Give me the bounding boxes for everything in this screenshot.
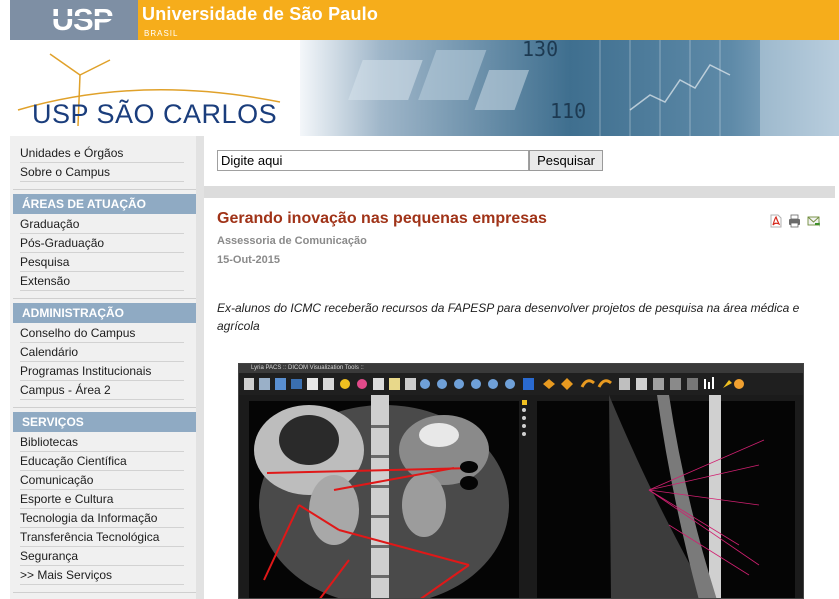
- sidebar-item-bibliotecas[interactable]: Bibliotecas: [20, 433, 184, 452]
- sidebar-item-transferencia-tecnologica[interactable]: Transferência Tecnológica: [20, 528, 184, 547]
- dicom-viewer-panels: [239, 395, 803, 598]
- sidebar-item-calendario[interactable]: Calendário: [20, 343, 184, 362]
- sidebar-item-unidades[interactable]: Unidades e Órgãos: [20, 144, 184, 163]
- section-servicos: SERVIÇOS: [13, 412, 197, 432]
- sidebar-item-pos-graduacao[interactable]: Pós-Graduação: [20, 234, 184, 253]
- usp-logo: USP: [32, 2, 132, 36]
- sidebar-item-mais-servicos[interactable]: >> Mais Serviços: [20, 566, 184, 585]
- sidebar-item-tecnologia-informacao[interactable]: Tecnologia da Informação: [20, 509, 184, 528]
- university-bar: Universidade de São Paulo BRASIL: [138, 0, 839, 40]
- divider: [13, 592, 197, 593]
- section-areas-de-atuacao: ÁREAS DE ATUAÇÃO: [13, 194, 197, 214]
- campus-banner: USP SÃO CARLOS 130 110: [10, 40, 839, 136]
- sidebar-item-seguranca[interactable]: Segurança: [20, 547, 184, 566]
- print-icon[interactable]: [788, 214, 801, 228]
- sidebar-item-conselho[interactable]: Conselho do Campus: [20, 324, 184, 343]
- university-name: Universidade de São Paulo: [142, 4, 379, 24]
- divider: [13, 407, 197, 408]
- svg-text:130: 130: [522, 40, 558, 61]
- article-date: 15-Out-2015: [217, 254, 280, 266]
- sidebar-item-pesquisa[interactable]: Pesquisa: [20, 253, 184, 272]
- usp-logo-area[interactable]: USP: [10, 0, 138, 40]
- svg-text:110: 110: [550, 99, 586, 123]
- content-divider: [204, 186, 835, 198]
- sidebar-item-campus-area-2[interactable]: Campus - Área 2: [20, 381, 184, 400]
- sidebar-item-programas[interactable]: Programas Institucionais: [20, 362, 184, 381]
- sidebar-item-esporte-cultura[interactable]: Esporte e Cultura: [20, 490, 184, 509]
- page: USP Universidade de São Paulo BRASIL USP…: [0, 0, 839, 599]
- sidebar-item-comunicacao[interactable]: Comunicação: [20, 471, 184, 490]
- country-label: BRASIL: [144, 29, 179, 38]
- image-toolbar: [239, 373, 803, 395]
- search-button[interactable]: Pesquisar: [529, 150, 603, 171]
- divider: [13, 298, 197, 299]
- article-tools: [767, 214, 820, 228]
- sidebar-item-graduacao[interactable]: Graduação: [20, 215, 184, 234]
- pdf-icon[interactable]: [769, 214, 782, 228]
- image-window-titlebar: Lyria PACS :: DICOM Visualization Tools …: [239, 364, 803, 373]
- image-window-title: Lyria PACS :: DICOM Visualization Tools …: [251, 365, 364, 371]
- article-author: Assessoria de Comunicação: [217, 235, 367, 247]
- divider: [13, 189, 197, 190]
- article-lead: Ex-alunos do ICMC receberão recursos da …: [217, 301, 800, 333]
- sidebar-item-educacao-cientifica[interactable]: Educação Científica: [20, 452, 184, 471]
- top-bar: USP Universidade de São Paulo BRASIL: [0, 0, 839, 40]
- sidebar-nav: Unidades e Órgãos Sobre o Campus ÁREAS D…: [10, 136, 197, 599]
- article-title[interactable]: Gerando inovação nas pequenas empresas: [217, 210, 547, 228]
- article-image: Lyria PACS :: DICOM Visualization Tools …: [238, 363, 804, 599]
- main-content: Pesquisar Gerando inovação nas pequenas …: [204, 136, 839, 599]
- banner-image: 130 110: [300, 40, 839, 136]
- column-separator: [196, 136, 204, 599]
- search-input[interactable]: [217, 150, 529, 171]
- sidebar-item-sobre[interactable]: Sobre o Campus: [20, 163, 184, 182]
- campus-name: USP SÃO CARLOS: [32, 99, 278, 129]
- email-icon[interactable]: [807, 214, 820, 228]
- section-administracao: ADMINISTRAÇÃO: [13, 303, 197, 323]
- sidebar-item-extensao[interactable]: Extensão: [20, 272, 184, 291]
